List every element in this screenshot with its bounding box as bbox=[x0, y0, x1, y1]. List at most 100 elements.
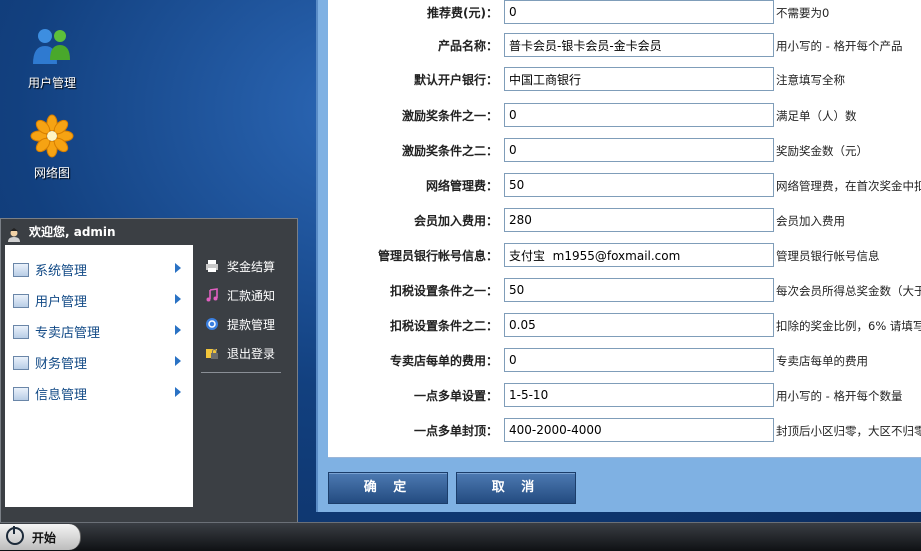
field-label: 专卖店每单的费用： bbox=[389, 354, 498, 368]
product-name-input[interactable] bbox=[504, 33, 774, 57]
user-avatar-icon bbox=[7, 225, 21, 242]
incentive-condition-2-input[interactable] bbox=[504, 138, 774, 162]
field-hint: 网络管理费，在首次奖金中扣 bbox=[776, 179, 921, 193]
confirm-button[interactable]: 确 定 bbox=[328, 472, 448, 504]
chevron-right-icon bbox=[175, 387, 181, 397]
start-menu-left-panel: 系统管理 用户管理 专卖店管理 财务管理 信息管理 bbox=[5, 245, 193, 507]
form-row: 默认开户银行： 注意填写全称 bbox=[328, 67, 921, 93]
field-hint: 会员加入费用 bbox=[776, 214, 845, 228]
start-menu: 欢迎您, admin 系统管理 用户管理 专卖店管理 财务管理 信息管理 奖金结… bbox=[0, 218, 298, 523]
field-label: 一点多单设置： bbox=[413, 389, 498, 403]
field-hint: 每次会员所得总奖金数（大于 bbox=[776, 284, 921, 298]
menu-item-label: 系统管理 bbox=[35, 264, 88, 279]
field-label: 扣税设置条件之二： bbox=[389, 319, 498, 333]
admin-bank-account-input[interactable] bbox=[504, 243, 774, 267]
cancel-button[interactable]: 取 消 bbox=[456, 472, 576, 504]
field-label: 扣税设置条件之一： bbox=[389, 284, 498, 298]
default-bank-input[interactable] bbox=[504, 67, 774, 91]
list-window-icon bbox=[13, 387, 29, 401]
network-flower-icon bbox=[30, 114, 74, 158]
chevron-right-icon bbox=[175, 356, 181, 366]
chevron-right-icon bbox=[175, 263, 181, 273]
store-order-fee-input[interactable] bbox=[504, 348, 774, 372]
field-label: 默认开户银行： bbox=[413, 73, 498, 87]
taskbar: 开始 bbox=[0, 522, 921, 551]
menu-item-users[interactable]: 用户管理 bbox=[5, 286, 193, 314]
referral-fee-input[interactable] bbox=[504, 0, 774, 24]
tax-condition-2-input[interactable] bbox=[504, 313, 774, 337]
refresh-icon bbox=[205, 317, 219, 331]
tax-condition-1-input[interactable] bbox=[504, 278, 774, 302]
form-row: 激励奖条件之二： 奖励奖金数（元） bbox=[328, 138, 921, 164]
network-fee-input[interactable] bbox=[504, 173, 774, 197]
menu-item-finance[interactable]: 财务管理 bbox=[5, 348, 193, 376]
field-hint: 扣除的奖金比例，6% 请填写 bbox=[776, 319, 921, 333]
menu-item-label: 财务管理 bbox=[35, 357, 88, 372]
start-button[interactable]: 开始 bbox=[0, 524, 81, 550]
form-row: 专卖店每单的费用： 专卖店每单的费用 bbox=[328, 348, 921, 374]
settings-window: 推荐费(元)： 不需要为0 产品名称： 用小写的 - 格开每个产品 默认开户银行… bbox=[316, 0, 921, 512]
field-label: 网络管理费： bbox=[425, 179, 498, 193]
menu-item-label: 退出登录 bbox=[227, 347, 276, 361]
field-label: 一点多单封顶： bbox=[413, 424, 498, 438]
settings-form: 推荐费(元)： 不需要为0 产品名称： 用小写的 - 格开每个产品 默认开户银行… bbox=[328, 0, 921, 458]
field-hint: 用小写的 - 格开每个产品 bbox=[776, 39, 903, 53]
menu-item-label: 用户管理 bbox=[35, 295, 88, 310]
desktop-icon-network[interactable]: 网络图 bbox=[12, 114, 92, 181]
member-join-fee-input[interactable] bbox=[504, 208, 774, 232]
field-hint: 奖励奖金数（元） bbox=[776, 144, 868, 158]
music-note-icon bbox=[205, 288, 219, 302]
form-row: 激励奖条件之一： 满足单（人）数 bbox=[328, 103, 921, 129]
list-window-icon bbox=[13, 294, 29, 308]
chevron-right-icon bbox=[175, 325, 181, 335]
menu-item-store[interactable]: 专卖店管理 bbox=[5, 317, 193, 345]
printer-icon bbox=[205, 259, 219, 273]
form-row: 管理员银行帐号信息： 管理员银行帐号信息 bbox=[328, 243, 921, 269]
incentive-condition-1-input[interactable] bbox=[504, 103, 774, 127]
menu-item-label: 专卖店管理 bbox=[35, 326, 101, 341]
form-row: 产品名称： 用小写的 - 格开每个产品 bbox=[328, 33, 921, 59]
menu-item-label: 汇款通知 bbox=[227, 289, 276, 303]
field-label: 激励奖条件之一： bbox=[401, 109, 498, 123]
form-row: 推荐费(元)： 不需要为0 bbox=[328, 0, 921, 26]
field-label: 激励奖条件之二： bbox=[401, 144, 498, 158]
field-hint: 用小写的 - 格开每个数量 bbox=[776, 389, 903, 403]
field-label: 产品名称： bbox=[437, 39, 498, 53]
menu-item-label: 信息管理 bbox=[35, 388, 88, 403]
start-menu-header: 欢迎您, admin bbox=[1, 219, 297, 245]
field-hint: 满足单（人）数 bbox=[776, 109, 857, 123]
desktop-icon-label: 用户管理 bbox=[27, 76, 76, 90]
folder-lock-icon bbox=[205, 346, 219, 360]
form-row: 网络管理费： 网络管理费，在首次奖金中扣 bbox=[328, 173, 921, 199]
power-icon bbox=[6, 526, 24, 545]
start-button-label: 开始 bbox=[32, 531, 57, 545]
multi-order-cap-input[interactable] bbox=[504, 418, 774, 442]
form-row: 扣税设置条件之二： 扣除的奖金比例，6% 请填写 bbox=[328, 313, 921, 339]
list-window-icon bbox=[13, 356, 29, 370]
menu-item-label: 奖金结算 bbox=[227, 260, 276, 274]
form-row: 会员加入费用： 会员加入费用 bbox=[328, 208, 921, 234]
form-row: 一点多单设置： 用小写的 - 格开每个数量 bbox=[328, 383, 921, 409]
form-row: 一点多单封顶： 封顶后小区归零，大区不归零 bbox=[328, 418, 921, 444]
field-hint: 封顶后小区归零，大区不归零 bbox=[776, 424, 921, 438]
field-label: 推荐费(元)： bbox=[427, 6, 498, 20]
list-window-icon bbox=[13, 325, 29, 339]
multi-order-setting-input[interactable] bbox=[504, 383, 774, 407]
desktop-icon-label: 网络图 bbox=[33, 166, 70, 180]
field-label: 会员加入费用： bbox=[413, 214, 498, 228]
form-row: 扣税设置条件之一： 每次会员所得总奖金数（大于 bbox=[328, 278, 921, 304]
list-window-icon bbox=[13, 263, 29, 277]
field-hint: 专卖店每单的费用 bbox=[776, 354, 868, 368]
menu-item-system[interactable]: 系统管理 bbox=[5, 255, 193, 283]
menu-item-label: 提款管理 bbox=[227, 318, 276, 332]
chevron-right-icon bbox=[175, 294, 181, 304]
field-hint: 管理员银行帐号信息 bbox=[776, 249, 880, 263]
field-label: 管理员银行帐号信息： bbox=[377, 249, 498, 263]
desktop-icon-users[interactable]: 用户管理 bbox=[12, 24, 92, 91]
field-hint: 注意填写全称 bbox=[776, 73, 845, 87]
menu-item-info[interactable]: 信息管理 bbox=[5, 379, 193, 407]
field-hint: 不需要为0 bbox=[776, 6, 830, 20]
welcome-text: 欢迎您, admin bbox=[29, 225, 116, 239]
menu-divider bbox=[201, 372, 281, 373]
users-icon bbox=[30, 24, 74, 68]
